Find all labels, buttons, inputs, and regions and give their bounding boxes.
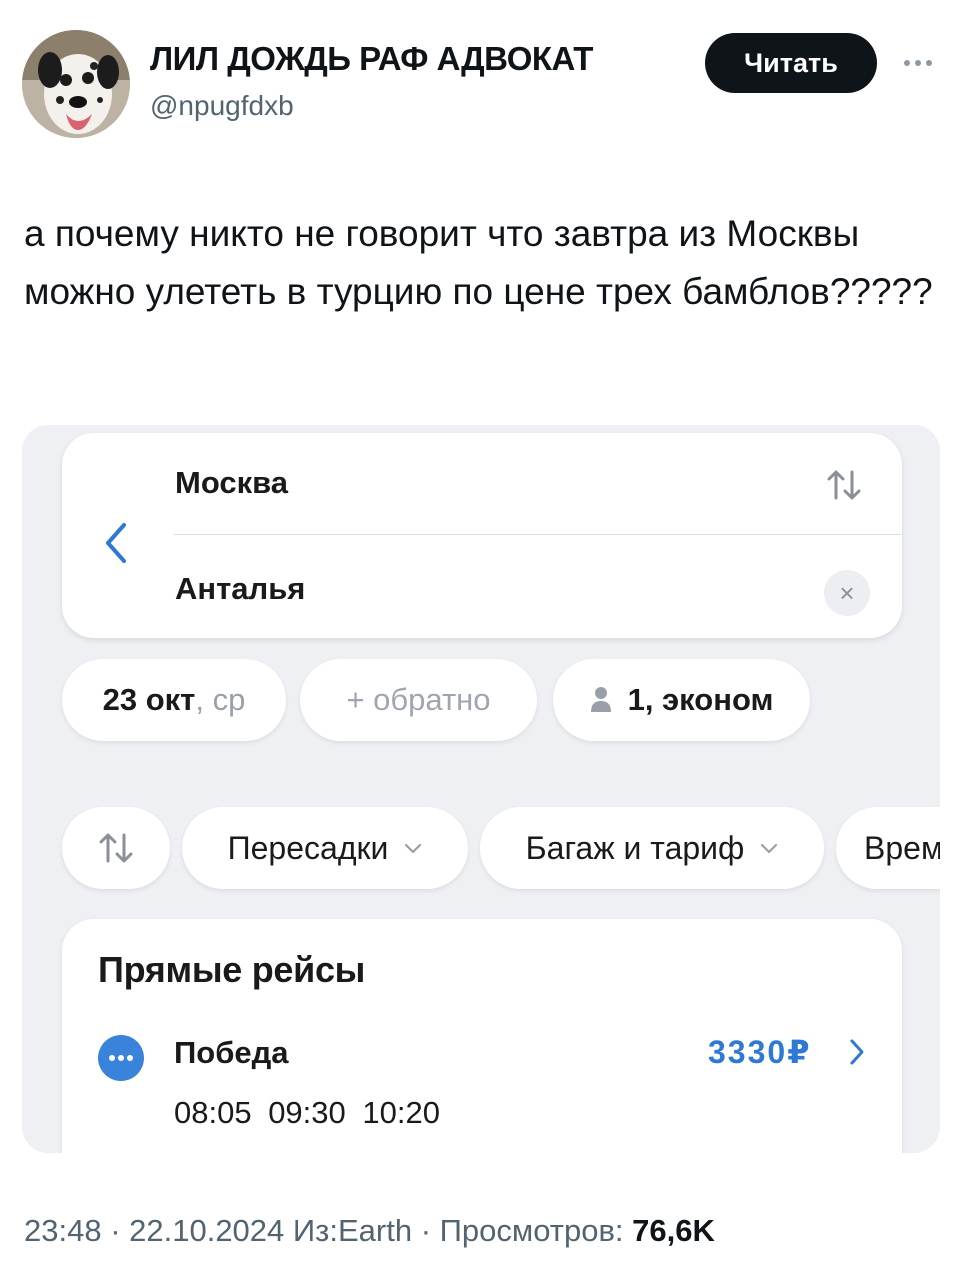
results-title: Прямые рейсы — [98, 949, 366, 990]
follow-button[interactable]: Читать — [705, 33, 877, 93]
back-chevron-icon[interactable] — [102, 521, 128, 565]
return-chip[interactable]: + обратно — [300, 659, 537, 741]
destination-field[interactable]: Анталья — [175, 571, 305, 607]
baggage-label: Багаж и тариф — [525, 829, 745, 866]
results-card: Прямые рейсы Победа 3330₽ 08:05 09:30 10… — [62, 919, 902, 1153]
tweet-meta: 23:48 · 22.10.2024 Из:Earth · Просмотров… — [24, 1213, 715, 1249]
route-search-card: Москва Анталья × — [62, 433, 902, 638]
clear-icon[interactable]: × — [824, 570, 870, 616]
date-chip[interactable]: 23 окт, ср — [62, 659, 286, 741]
timestamp-source[interactable]: 23:48 · 22.10.2024 Из:Earth · Просмотров… — [24, 1213, 632, 1248]
flight-price[interactable]: 3330₽ — [708, 1033, 811, 1071]
chevron-right-icon[interactable] — [848, 1037, 866, 1067]
swap-icon[interactable] — [825, 468, 863, 502]
tweet-text: а почему никто не говорит что завтра из … — [24, 213, 933, 312]
passengers-chip[interactable]: 1, эконом — [553, 659, 810, 741]
time-filter[interactable]: Врем — [836, 807, 940, 889]
tweet-image[interactable]: Москва Анталья × 23 окт, ср + обратно 1,… — [22, 425, 940, 1153]
more-icon[interactable] — [898, 48, 938, 78]
chevron-down-icon — [405, 843, 422, 853]
sort-button[interactable] — [62, 807, 170, 889]
date-value: 23 окт — [102, 682, 196, 717]
time-label: Врем — [864, 829, 940, 866]
sort-icon — [99, 833, 133, 863]
transfers-label: Пересадки — [227, 829, 389, 866]
display-name[interactable]: ЛИЛ ДОЖДЬ РАФ АДВОКАТ — [150, 40, 593, 78]
departure-times[interactable]: 08:05 09:30 10:20 — [174, 1095, 440, 1131]
chevron-down-icon — [761, 843, 778, 853]
avatar[interactable] — [22, 30, 130, 138]
airline-name: Победа — [174, 1035, 289, 1070]
user-handle[interactable]: @npugfdxb — [150, 90, 294, 122]
passengers-value: 1, эконом — [627, 682, 774, 717]
baggage-filter[interactable]: Багаж и тариф — [480, 807, 824, 889]
transfers-filter[interactable]: Пересадки — [182, 807, 468, 889]
divider — [174, 534, 902, 535]
dog-avatar-icon — [22, 30, 130, 138]
person-icon — [590, 687, 611, 712]
views-count: 76,6K — [632, 1213, 715, 1248]
airline-logo-icon — [98, 1035, 144, 1081]
weekday-value: , ср — [195, 682, 246, 717]
origin-field[interactable]: Москва — [175, 465, 288, 501]
